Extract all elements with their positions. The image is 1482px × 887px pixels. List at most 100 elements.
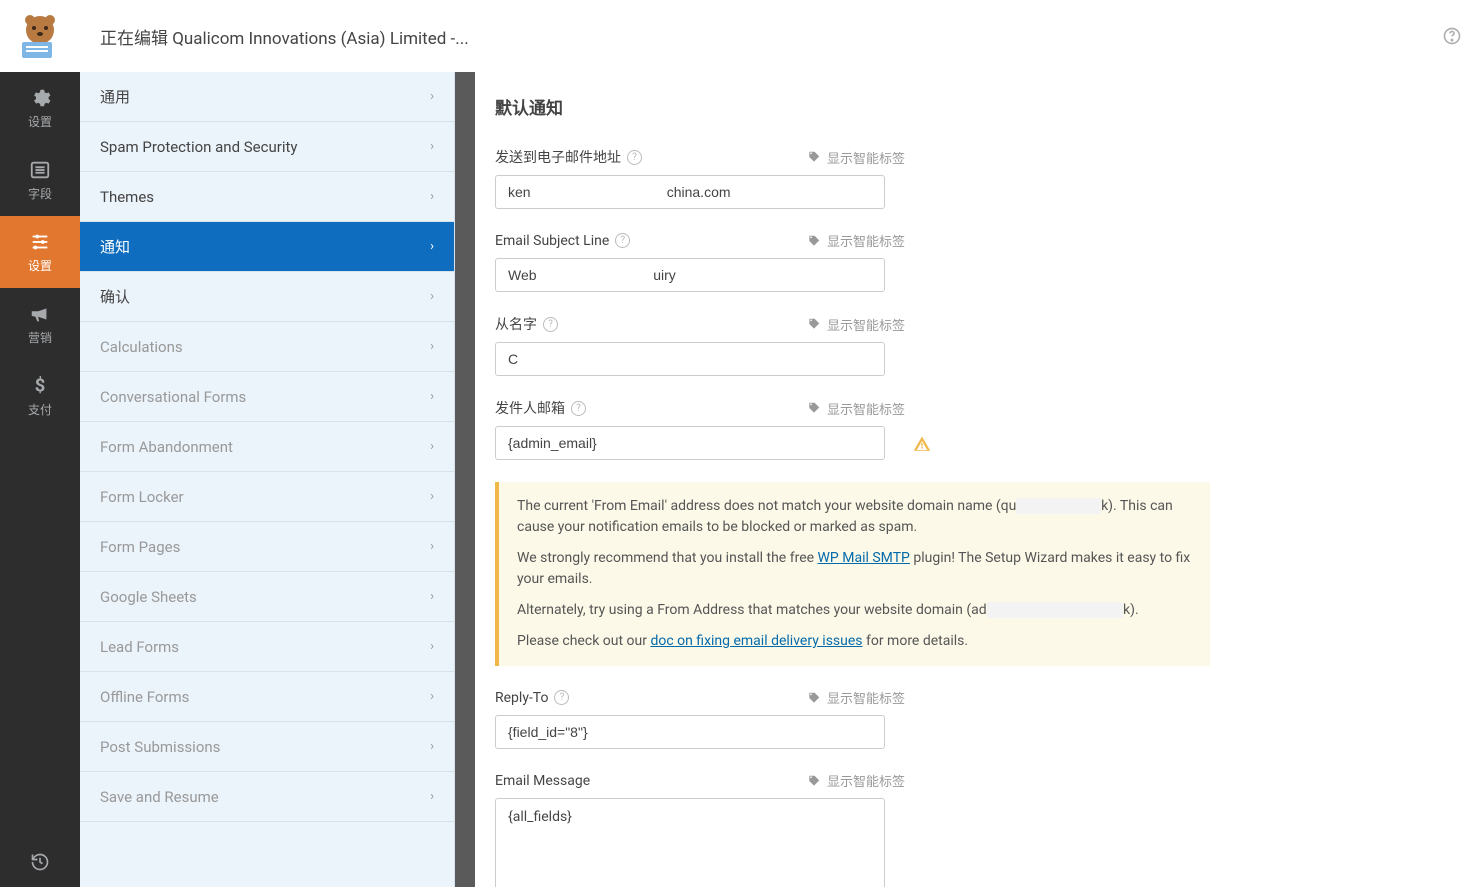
field-subject: Email Subject Line ? 显示智能标签 xyxy=(495,231,905,292)
rail-label: 字段 xyxy=(28,185,52,202)
tag-icon xyxy=(807,774,821,788)
email-delivery-doc-link[interactable]: doc on fixing email delivery issues xyxy=(650,633,862,649)
chevron-right-icon: › xyxy=(430,439,434,454)
sidebar-item-label: Google Sheets xyxy=(100,588,197,606)
chevron-right-icon: › xyxy=(430,589,434,604)
smart-tags-label: 显示智能标签 xyxy=(827,148,905,167)
sidebar-item-general[interactable]: 通用 › xyxy=(80,72,454,122)
sidebar-item-label: Save and Resume xyxy=(100,788,219,806)
sidebar-item-label: Lead Forms xyxy=(100,638,179,656)
rail-label: 支付 xyxy=(28,401,52,418)
sidebar-item-spam[interactable]: Spam Protection and Security › xyxy=(80,122,454,172)
send-to-input[interactable] xyxy=(495,175,885,209)
field-label: 从名字 xyxy=(495,314,537,334)
sidebar-item-notifications[interactable]: 通知 › xyxy=(80,222,454,272)
chevron-right-icon: › xyxy=(430,739,434,754)
history-icon xyxy=(30,852,50,872)
megaphone-icon xyxy=(29,303,51,325)
app-logo xyxy=(0,0,80,72)
page-header: 正在编辑 Qualicom Innovations (Asia) Limited… xyxy=(80,0,1482,72)
sidebar-item-calculations[interactable]: Calculations › xyxy=(80,322,454,372)
help-tooltip-icon[interactable]: ? xyxy=(571,401,586,416)
sidebar-item-label: Offline Forms xyxy=(100,688,189,706)
chevron-right-icon: › xyxy=(430,789,434,804)
svg-text:$: $ xyxy=(35,375,46,396)
alert-text: k). xyxy=(1123,602,1139,618)
subject-input[interactable] xyxy=(495,258,885,292)
sidebar-item-offline[interactable]: Offline Forms › xyxy=(80,672,454,722)
rail-item-settings[interactable]: 设置 xyxy=(0,216,80,288)
field-label: Reply-To xyxy=(495,690,548,706)
sidebar-item-save[interactable]: Save and Resume › xyxy=(80,772,454,822)
field-from-email: 发件人邮箱 ? 显示智能标签 xyxy=(495,398,905,460)
tag-icon xyxy=(807,317,821,331)
smart-tags-toggle[interactable]: 显示智能标签 xyxy=(807,148,905,167)
field-label: 发件人邮箱 xyxy=(495,398,565,418)
chevron-right-icon: › xyxy=(430,289,434,304)
smart-tags-label: 显示智能标签 xyxy=(827,315,905,334)
sidebar-item-confirmations[interactable]: 确认 › xyxy=(80,272,454,322)
alert-text: for more details. xyxy=(863,633,969,649)
smart-tags-toggle[interactable]: 显示智能标签 xyxy=(807,231,905,250)
rail-history-button[interactable] xyxy=(0,837,80,887)
smart-tags-toggle[interactable]: 显示智能标签 xyxy=(807,771,905,790)
field-label: 发送到电子邮件地址 xyxy=(495,147,621,167)
sidebar-item-label: Spam Protection and Security xyxy=(100,138,297,156)
tag-icon xyxy=(807,150,821,164)
sidebar-item-abandonment[interactable]: Form Abandonment › xyxy=(80,422,454,472)
alert-text: Alternately, try using a From Address th… xyxy=(517,602,987,618)
chevron-right-icon: › xyxy=(430,639,434,654)
smart-tags-toggle[interactable]: 显示智能标签 xyxy=(807,315,905,334)
dollar-icon: $ xyxy=(29,375,51,397)
sidebar-item-label: Form Abandonment xyxy=(100,438,233,456)
smart-tags-toggle[interactable]: 显示智能标签 xyxy=(807,399,905,418)
sidebar-item-post[interactable]: Post Submissions › xyxy=(80,722,454,772)
warning-icon xyxy=(913,435,931,453)
message-textarea[interactable] xyxy=(495,798,885,887)
smart-tags-label: 显示智能标签 xyxy=(827,231,905,250)
help-tooltip-icon[interactable]: ? xyxy=(615,233,630,248)
sidebar-item-label: 确认 xyxy=(100,286,130,307)
sidebar-item-sheets[interactable]: Google Sheets › xyxy=(80,572,454,622)
help-tooltip-icon[interactable]: ? xyxy=(627,150,642,165)
field-send-to: 发送到电子邮件地址 ? 显示智能标签 xyxy=(495,147,905,209)
field-label: Email Message xyxy=(495,773,590,789)
from-name-input[interactable] xyxy=(495,342,885,376)
sidebar-item-themes[interactable]: Themes › xyxy=(80,172,454,222)
page-title: 正在编辑 Qualicom Innovations (Asia) Limited… xyxy=(100,24,469,49)
rail-item-setup[interactable]: 设置 xyxy=(0,72,80,144)
field-label: Email Subject Line xyxy=(495,233,609,249)
content-panel: 默认通知 发送到电子邮件地址 ? 显示智能标签 xyxy=(475,72,1475,887)
help-tooltip-icon[interactable]: ? xyxy=(543,317,558,332)
list-icon xyxy=(29,159,51,181)
field-message: Email Message 显示智能标签 xyxy=(495,771,905,887)
tag-icon xyxy=(807,234,821,248)
wp-mail-smtp-link[interactable]: WP Mail SMTP xyxy=(818,550,910,566)
rail-item-payments[interactable]: $ 支付 xyxy=(0,360,80,432)
sidebar-item-label: Themes xyxy=(100,188,154,206)
sidebar-scrollbar[interactable] xyxy=(455,72,475,887)
sidebar-item-label: Form Locker xyxy=(100,488,184,506)
sliders-icon xyxy=(29,231,51,253)
rail-item-fields[interactable]: 字段 xyxy=(0,144,80,216)
sidebar-item-locker[interactable]: Form Locker › xyxy=(80,472,454,522)
sidebar-item-label: Calculations xyxy=(100,338,183,356)
chevron-right-icon: › xyxy=(430,139,434,154)
rail-label: 设置 xyxy=(28,257,52,274)
wpforms-logo-icon xyxy=(16,12,64,60)
reply-to-input[interactable] xyxy=(495,715,885,749)
from-email-input[interactable] xyxy=(495,426,885,460)
smart-tags-toggle[interactable]: 显示智能标签 xyxy=(807,688,905,707)
tag-icon xyxy=(807,401,821,415)
sidebar-item-leads[interactable]: Lead Forms › xyxy=(80,622,454,672)
main-rail: 设置 字段 设置 营销 $ 支付 xyxy=(0,0,80,887)
sidebar-item-pages[interactable]: Form Pages › xyxy=(80,522,454,572)
sidebar-item-conversational[interactable]: Conversational Forms › xyxy=(80,372,454,422)
alert-text: Please check out our xyxy=(517,633,650,649)
rail-item-marketing[interactable]: 营销 xyxy=(0,288,80,360)
field-from-name: 从名字 ? 显示智能标签 xyxy=(495,314,905,376)
gear-icon xyxy=(29,87,51,109)
header-help-button[interactable] xyxy=(1442,26,1462,46)
help-circle-icon xyxy=(1442,26,1462,46)
help-tooltip-icon[interactable]: ? xyxy=(554,690,569,705)
